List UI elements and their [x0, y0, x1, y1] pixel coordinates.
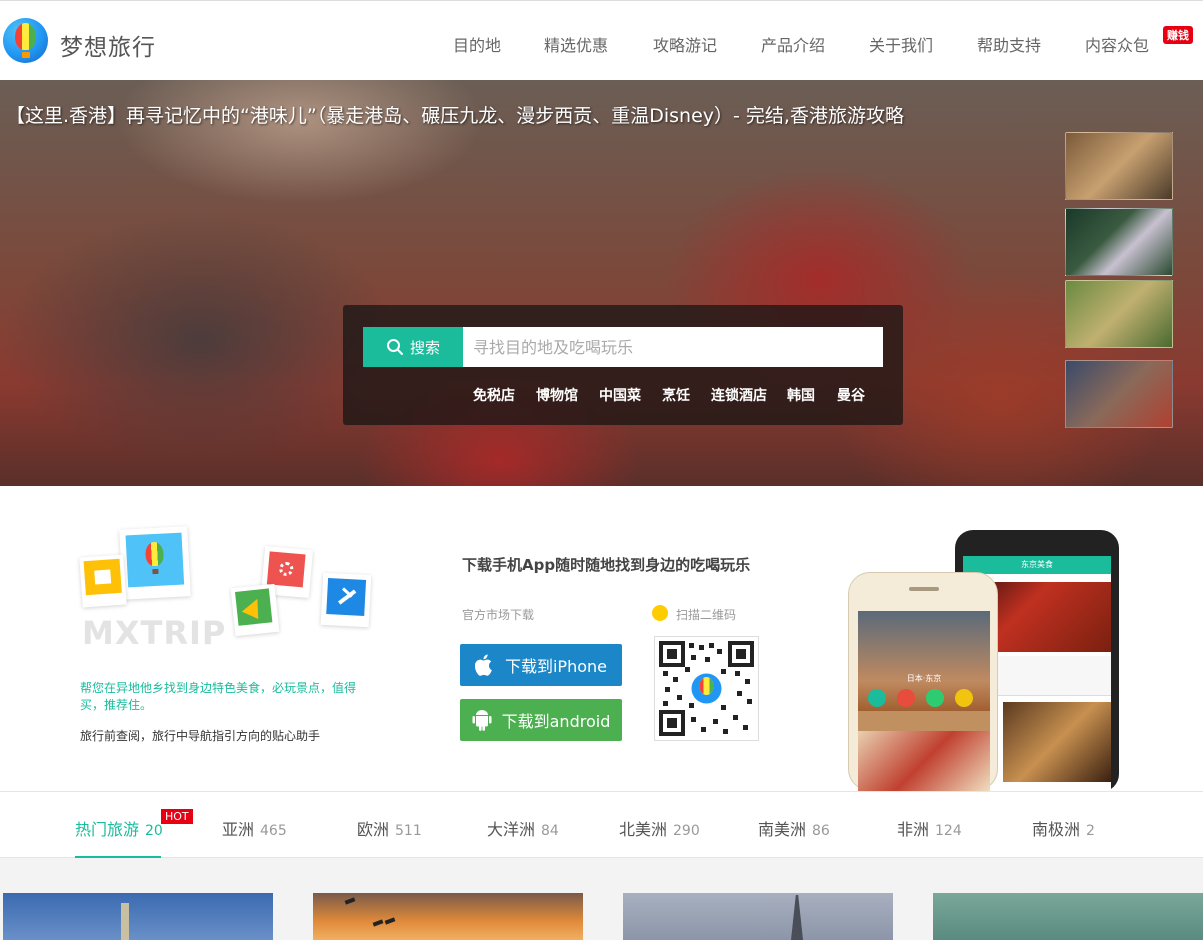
- search-icon: [386, 339, 403, 355]
- phone-back-title: 东京美食: [963, 556, 1111, 574]
- tab-count: 290: [673, 823, 700, 839]
- tab-label: 热门旅游: [75, 820, 140, 839]
- destination-card-2[interactable]: [313, 893, 583, 940]
- hot-keyword-chinese-food[interactable]: 中国菜: [599, 385, 641, 405]
- phone-front-screen: 日本·东京: [858, 611, 990, 792]
- nav-about[interactable]: 关于我们: [869, 32, 933, 56]
- hero-banner: 【这里.香港】再寻记忆中的“港味儿”（暴走港岛、碾压九龙、漫步西贡、重温Disn…: [0, 80, 1203, 486]
- download-iphone-button[interactable]: 下载到iPhone: [460, 644, 622, 686]
- promo-tagline: 帮您在异地他乡找到身边特色美食，必玩景点，值得买，推荐住。: [80, 681, 357, 712]
- tab-south-america[interactable]: 南美洲 86: [758, 816, 830, 840]
- hot-keyword-chain-hotel[interactable]: 连锁酒店: [711, 385, 767, 405]
- hero-thumbnail-2[interactable]: [1065, 208, 1173, 276]
- nav-guides[interactable]: 攻略游记: [653, 32, 717, 56]
- hot-keyword-museum[interactable]: 博物馆: [536, 385, 578, 405]
- promo-card-pizza: [230, 583, 280, 637]
- hot-keyword-bangkok[interactable]: 曼谷: [837, 385, 865, 405]
- hot-keyword-cooking[interactable]: 烹饪: [662, 385, 690, 405]
- continent-tabs: 热门旅游 20 HOT 亚洲 465 欧洲 511 大洋洲 84 北美洲 290 南美洲 8…: [0, 791, 1203, 858]
- brand-name[interactable]: 梦想旅行: [60, 28, 156, 62]
- palace-icon: [83, 558, 122, 596]
- tab-antarctica[interactable]: 南极洲 2: [1032, 816, 1095, 840]
- iphone-mockup: 日本·东京: [848, 572, 998, 792]
- hot-keyword-korea[interactable]: 韩国: [787, 385, 815, 405]
- site-header: 梦想旅行 目的地 精选优惠 攻略游记 产品介绍 关于我们 帮助支持 内容众包 赚…: [0, 1, 1203, 80]
- tab-label: 南极洲: [1032, 820, 1081, 839]
- search-input[interactable]: [463, 327, 883, 367]
- mxtrip-watermark: MXTRIP: [82, 614, 227, 652]
- download-android-button[interactable]: 下载到android: [460, 699, 622, 741]
- logo-basket: [22, 52, 30, 58]
- hero-article-title[interactable]: 【这里.香港】再寻记忆中的“港味儿”（暴走港岛、碾压九龙、漫步西贡、重温Disn…: [6, 101, 904, 128]
- tab-count: 2: [1086, 823, 1095, 839]
- official-market-label: 官方市场下载: [462, 608, 535, 622]
- app-promo-section: MXTRIP 帮您在异地他乡找到身边特色美食，必玩景点，值得买，推荐住。 旅行前…: [0, 486, 1203, 792]
- bird-icon: [372, 919, 384, 927]
- tab-count: 86: [812, 823, 830, 839]
- tab-label: 南美洲: [758, 820, 807, 839]
- tab-count: 465: [260, 823, 287, 839]
- qr-code-icon: [659, 641, 754, 736]
- pizza-icon: [235, 588, 273, 626]
- tab-label: 北美洲: [619, 820, 668, 839]
- tab-label: 大洋洲: [487, 820, 536, 839]
- tab-label: 欧洲: [357, 820, 390, 839]
- nav-destinations[interactable]: 目的地: [453, 32, 501, 56]
- airplane-icon: [326, 578, 367, 616]
- hot-badge: HOT: [161, 809, 193, 824]
- qr-scan-icon: [652, 605, 668, 621]
- hero-thumbnail-4[interactable]: [1065, 360, 1173, 428]
- flower-icon: [266, 551, 306, 588]
- earn-badge: 赚钱: [1163, 26, 1193, 44]
- tab-count: 84: [541, 823, 559, 839]
- nav-products[interactable]: 产品介绍: [761, 32, 825, 56]
- apple-icon: [474, 654, 492, 676]
- promo-card-balloon: [119, 526, 191, 600]
- destination-card-4[interactable]: [933, 893, 1203, 940]
- phone-front-city: 日本·东京: [906, 674, 942, 683]
- tab-hot-travel[interactable]: 热门旅游 20: [75, 816, 163, 840]
- iphone-speaker: [909, 587, 939, 591]
- qr-code: [654, 636, 759, 741]
- promo-card-plane: [320, 572, 372, 628]
- tab-africa[interactable]: 非洲 124: [897, 816, 962, 840]
- qr-scan-label: 扫描二维码: [676, 608, 737, 622]
- promo-subtagline: 旅行前查阅，旅行中导航指引方向的贴心助手: [80, 729, 321, 743]
- tab-north-america[interactable]: 北美洲 290: [619, 816, 700, 840]
- balloon-logo-icon[interactable]: [3, 18, 48, 63]
- tab-europe[interactable]: 欧洲 511: [357, 816, 422, 840]
- bird-icon: [384, 917, 396, 925]
- bird-icon: [344, 897, 356, 905]
- download-iphone-label: 下载到iPhone: [504, 657, 607, 676]
- download-android-label: 下载到android: [501, 712, 611, 731]
- hero-thumbnail-1[interactable]: [1065, 132, 1173, 200]
- promo-card-palace: [79, 554, 127, 608]
- tab-count: 511: [395, 823, 422, 839]
- tower-icon: [791, 895, 803, 940]
- search-panel: 搜索 免税店 博物馆 中国菜 烹饪 连锁酒店 韩国 曼谷: [343, 305, 903, 425]
- tab-count: 20: [145, 823, 163, 839]
- tab-label: 非洲: [897, 820, 930, 839]
- tab-asia[interactable]: 亚洲 465: [222, 816, 287, 840]
- search-button[interactable]: 搜索: [363, 327, 463, 367]
- logo-balloon: [15, 23, 36, 50]
- hot-keyword-duty-free[interactable]: 免税店: [473, 385, 515, 405]
- tab-count: 124: [935, 823, 962, 839]
- nav-help[interactable]: 帮助支持: [977, 32, 1041, 56]
- balloon-icon: [125, 532, 185, 588]
- search-button-label: 搜索: [409, 338, 440, 357]
- nav-crowdsource[interactable]: 内容众包: [1085, 32, 1149, 56]
- destination-card-3[interactable]: [623, 893, 893, 940]
- destination-gallery: [0, 858, 1203, 940]
- hero-thumbnail-3[interactable]: [1065, 280, 1173, 348]
- android-icon: [472, 710, 492, 731]
- tab-oceania[interactable]: 大洋洲 84: [487, 816, 559, 840]
- destination-card-1[interactable]: [3, 893, 273, 940]
- nav-deals[interactable]: 精选优惠: [544, 32, 608, 56]
- promo-heading: 下载手机App随时随地找到身边的吃喝玩乐: [462, 556, 751, 574]
- tab-label: 亚洲: [222, 820, 255, 839]
